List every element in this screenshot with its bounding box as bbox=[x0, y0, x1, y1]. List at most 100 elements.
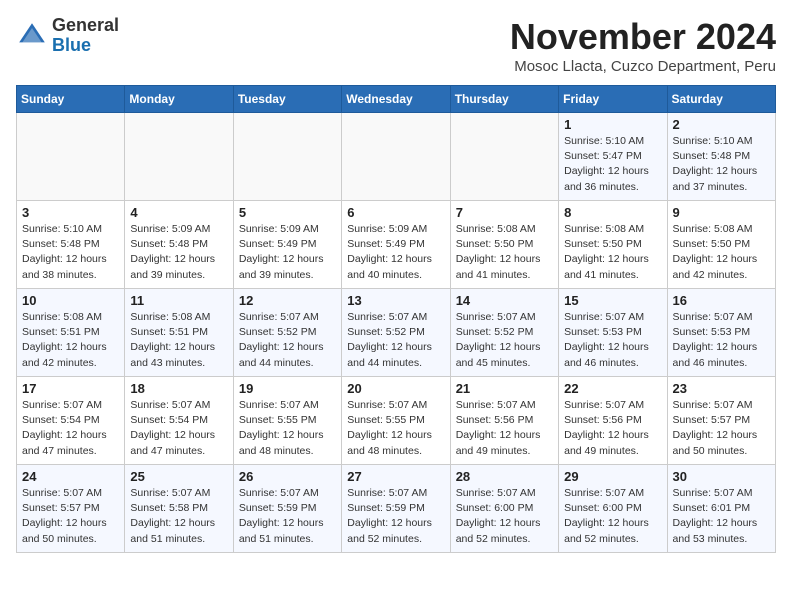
calendar-cell: 8Sunrise: 5:08 AM Sunset: 5:50 PM Daylig… bbox=[559, 201, 667, 289]
calendar-week-row: 17 Sunrise: 5:07 AM Sunset: 5:54 PM Dayli… bbox=[17, 377, 776, 465]
day-number: 17 bbox=[22, 381, 119, 396]
calendar-cell bbox=[233, 113, 341, 201]
day-info: Sunrise: 5:10 AM Sunset: 5:48 PM Dayligh… bbox=[673, 134, 770, 195]
day-number: 1 bbox=[564, 117, 661, 132]
calendar-cell: 7 Sunrise: 5:08 AM Sunset: 5:50 PM Daylig… bbox=[450, 201, 558, 289]
day-info: Sunrise: 5:07 AM Sunset: 5:56 PM Dayligh… bbox=[564, 398, 661, 459]
calendar-header: SundayMondayTuesdayWednesdayThursdayFrid… bbox=[17, 86, 776, 113]
day-info: Sunrise: 5:09 AM Sunset: 5:49 PM Dayligh… bbox=[347, 222, 444, 283]
day-number: 12 bbox=[239, 293, 336, 308]
day-number: 2 bbox=[673, 117, 770, 132]
calendar-week-row: 1 Sunrise: 5:10 AM Sunset: 5:47 PM Daylig… bbox=[17, 113, 776, 201]
calendar-cell: 16 Sunrise: 5:07 AM Sunset: 5:53 PM Dayli… bbox=[667, 289, 775, 377]
calendar-cell: 24 Sunrise: 5:07 AM Sunset: 5:57 PM Dayli… bbox=[17, 465, 125, 553]
calendar-cell: 21Sunrise: 5:07 AM Sunset: 5:56 PM Dayli… bbox=[450, 377, 558, 465]
day-info: Sunrise: 5:07 AM Sunset: 5:52 PM Dayligh… bbox=[239, 310, 336, 371]
calendar-cell: 29 Sunrise: 5:07 AM Sunset: 6:00 PM Dayli… bbox=[559, 465, 667, 553]
day-number: 26 bbox=[239, 469, 336, 484]
day-number: 16 bbox=[673, 293, 770, 308]
day-info: Sunrise: 5:07 AM Sunset: 6:01 PM Dayligh… bbox=[673, 486, 770, 547]
logo: General Blue bbox=[16, 16, 119, 56]
calendar-cell: 30 Sunrise: 5:07 AM Sunset: 6:01 PM Dayli… bbox=[667, 465, 775, 553]
day-info: Sunrise: 5:09 AM Sunset: 5:48 PM Dayligh… bbox=[130, 222, 227, 283]
day-info: Sunrise: 5:07 AM Sunset: 5:52 PM Dayligh… bbox=[347, 310, 444, 371]
day-info: Sunrise: 5:07 AM Sunset: 5:59 PM Dayligh… bbox=[239, 486, 336, 547]
day-info: Sunrise: 5:07 AM Sunset: 5:55 PM Dayligh… bbox=[239, 398, 336, 459]
calendar-cell: 20Sunrise: 5:07 AM Sunset: 5:55 PM Dayli… bbox=[342, 377, 450, 465]
calendar-cell: 3 Sunrise: 5:10 AM Sunset: 5:48 PM Daylig… bbox=[17, 201, 125, 289]
calendar-week-row: 3 Sunrise: 5:10 AM Sunset: 5:48 PM Daylig… bbox=[17, 201, 776, 289]
weekday-header-wednesday: Wednesday bbox=[342, 86, 450, 113]
day-info: Sunrise: 5:08 AM Sunset: 5:50 PM Dayligh… bbox=[673, 222, 770, 283]
calendar-cell: 11 Sunrise: 5:08 AM Sunset: 5:51 PM Dayli… bbox=[125, 289, 233, 377]
day-number: 29 bbox=[564, 469, 661, 484]
weekday-header-friday: Friday bbox=[559, 86, 667, 113]
calendar-cell: 6 Sunrise: 5:09 AM Sunset: 5:49 PM Daylig… bbox=[342, 201, 450, 289]
day-number: 4 bbox=[130, 205, 227, 220]
calendar-cell: 5 Sunrise: 5:09 AM Sunset: 5:49 PM Daylig… bbox=[233, 201, 341, 289]
day-info: Sunrise: 5:07 AM Sunset: 5:56 PM Dayligh… bbox=[456, 398, 553, 459]
logo-icon bbox=[16, 20, 48, 52]
calendar-cell: 26 Sunrise: 5:07 AM Sunset: 5:59 PM Dayli… bbox=[233, 465, 341, 553]
day-info: Sunrise: 5:08 AM Sunset: 5:50 PM Dayligh… bbox=[456, 222, 553, 283]
day-info: Sunrise: 5:07 AM Sunset: 5:54 PM Dayligh… bbox=[22, 398, 119, 459]
calendar-cell: 12 Sunrise: 5:07 AM Sunset: 5:52 PM Dayli… bbox=[233, 289, 341, 377]
calendar-week-row: 24 Sunrise: 5:07 AM Sunset: 5:57 PM Dayli… bbox=[17, 465, 776, 553]
day-number: 7 bbox=[456, 205, 553, 220]
day-info: Sunrise: 5:07 AM Sunset: 5:54 PM Dayligh… bbox=[130, 398, 227, 459]
day-number: 3 bbox=[22, 205, 119, 220]
day-number: 23 bbox=[673, 381, 770, 396]
calendar-cell: 4 Sunrise: 5:09 AM Sunset: 5:48 PM Daylig… bbox=[125, 201, 233, 289]
calendar-cell: 27 Sunrise: 5:07 AM Sunset: 5:59 PM Dayli… bbox=[342, 465, 450, 553]
day-info: Sunrise: 5:07 AM Sunset: 5:58 PM Dayligh… bbox=[130, 486, 227, 547]
weekday-header-saturday: Saturday bbox=[667, 86, 775, 113]
day-number: 18 bbox=[130, 381, 227, 396]
day-info: Sunrise: 5:09 AM Sunset: 5:49 PM Dayligh… bbox=[239, 222, 336, 283]
day-number: 10 bbox=[22, 293, 119, 308]
day-info: Sunrise: 5:10 AM Sunset: 5:47 PM Dayligh… bbox=[564, 134, 661, 195]
day-info: Sunrise: 5:07 AM Sunset: 5:53 PM Dayligh… bbox=[564, 310, 661, 371]
page-header: General Blue November 2024 Mosoc Llacta,… bbox=[16, 16, 776, 75]
day-number: 25 bbox=[130, 469, 227, 484]
page-subtitle: Mosoc Llacta, Cuzco Department, Peru bbox=[510, 58, 776, 75]
day-info: Sunrise: 5:08 AM Sunset: 5:51 PM Dayligh… bbox=[130, 310, 227, 371]
title-block: November 2024 Mosoc Llacta, Cuzco Depart… bbox=[510, 16, 776, 75]
weekday-header-row: SundayMondayTuesdayWednesdayThursdayFrid… bbox=[17, 86, 776, 113]
day-info: Sunrise: 5:07 AM Sunset: 5:55 PM Dayligh… bbox=[347, 398, 444, 459]
day-info: Sunrise: 5:07 AM Sunset: 5:59 PM Dayligh… bbox=[347, 486, 444, 547]
day-info: Sunrise: 5:08 AM Sunset: 5:51 PM Dayligh… bbox=[22, 310, 119, 371]
calendar-cell bbox=[17, 113, 125, 201]
calendar-cell: 28Sunrise: 5:07 AM Sunset: 6:00 PM Dayli… bbox=[450, 465, 558, 553]
day-info: Sunrise: 5:07 AM Sunset: 6:00 PM Dayligh… bbox=[564, 486, 661, 547]
calendar-body: 1 Sunrise: 5:10 AM Sunset: 5:47 PM Daylig… bbox=[17, 113, 776, 553]
day-number: 27 bbox=[347, 469, 444, 484]
day-number: 30 bbox=[673, 469, 770, 484]
page-title: November 2024 bbox=[510, 16, 776, 58]
calendar-cell: 17 Sunrise: 5:07 AM Sunset: 5:54 PM Dayli… bbox=[17, 377, 125, 465]
day-info: Sunrise: 5:08 AM Sunset: 5:50 PM Dayligh… bbox=[564, 222, 661, 283]
day-number: 5 bbox=[239, 205, 336, 220]
calendar-week-row: 10 Sunrise: 5:08 AM Sunset: 5:51 PM Dayli… bbox=[17, 289, 776, 377]
day-info: Sunrise: 5:07 AM Sunset: 5:57 PM Dayligh… bbox=[22, 486, 119, 547]
day-info: Sunrise: 5:07 AM Sunset: 5:53 PM Dayligh… bbox=[673, 310, 770, 371]
calendar-cell: 13 Sunrise: 5:07 AM Sunset: 5:52 PM Dayli… bbox=[342, 289, 450, 377]
calendar-cell: 10 Sunrise: 5:08 AM Sunset: 5:51 PM Dayli… bbox=[17, 289, 125, 377]
calendar-table: SundayMondayTuesdayWednesdayThursdayFrid… bbox=[16, 85, 776, 553]
day-number: 19 bbox=[239, 381, 336, 396]
weekday-header-tuesday: Tuesday bbox=[233, 86, 341, 113]
calendar-cell: 18 Sunrise: 5:07 AM Sunset: 5:54 PM Dayli… bbox=[125, 377, 233, 465]
weekday-header-thursday: Thursday bbox=[450, 86, 558, 113]
calendar-cell bbox=[342, 113, 450, 201]
weekday-header-sunday: Sunday bbox=[17, 86, 125, 113]
day-number: 14 bbox=[456, 293, 553, 308]
day-number: 28 bbox=[456, 469, 553, 484]
calendar-cell: 9Sunrise: 5:08 AM Sunset: 5:50 PM Daylig… bbox=[667, 201, 775, 289]
day-info: Sunrise: 5:10 AM Sunset: 5:48 PM Dayligh… bbox=[22, 222, 119, 283]
calendar-cell: 2 Sunrise: 5:10 AM Sunset: 5:48 PM Daylig… bbox=[667, 113, 775, 201]
day-number: 13 bbox=[347, 293, 444, 308]
day-number: 11 bbox=[130, 293, 227, 308]
logo-text: General Blue bbox=[52, 16, 119, 56]
calendar-cell: 14Sunrise: 5:07 AM Sunset: 5:52 PM Dayli… bbox=[450, 289, 558, 377]
day-number: 24 bbox=[22, 469, 119, 484]
day-number: 6 bbox=[347, 205, 444, 220]
